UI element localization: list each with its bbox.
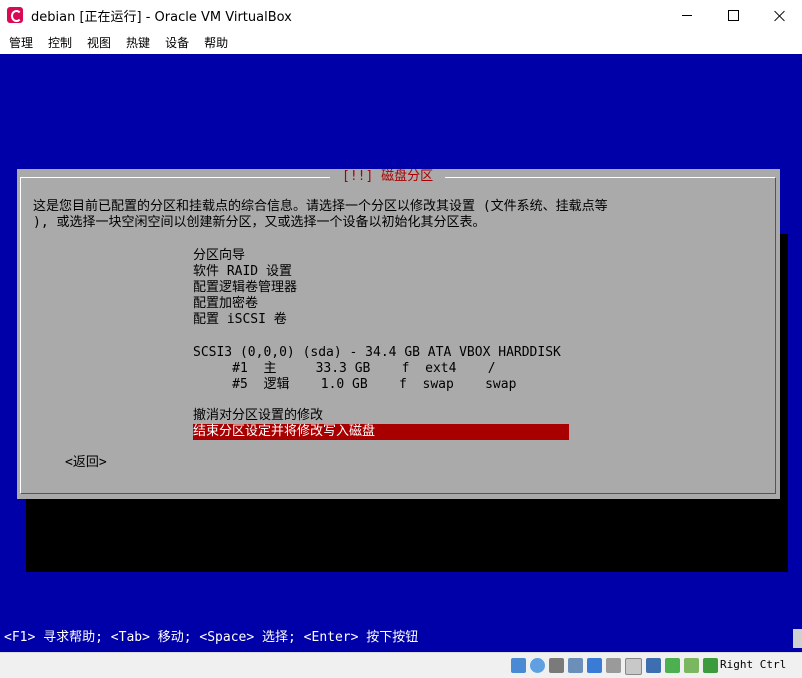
menu-devices[interactable]: 设备 (156, 34, 195, 51)
vm-screen[interactable]: [!!] 磁盘分区 这是您目前已配置的分区和挂载点的综合信息。请选择一个分区以修… (0, 54, 802, 652)
menu-hotkeys[interactable]: 热键 (117, 34, 156, 51)
window-title: debian [正在运行] - Oracle VM VirtualBox (31, 10, 292, 25)
option-software-raid[interactable]: 软件 RAID 设置 (193, 264, 292, 280)
intro-text-line1: 这是您目前已配置的分区和挂载点的综合信息。请选择一个分区以修改其设置 (文件系统… (33, 199, 608, 214)
usb-icon[interactable] (549, 658, 564, 673)
scroll-indicator (793, 629, 802, 648)
hard-disk-icon[interactable] (511, 658, 526, 673)
back-button[interactable]: <返回> (65, 455, 107, 471)
close-button[interactable] (756, 0, 802, 31)
video-capture-icon[interactable] (646, 658, 661, 673)
title-bar: debian [正在运行] - Oracle VM VirtualBox (0, 0, 802, 31)
option-guided-partitioning[interactable]: 分区向导 (193, 248, 245, 264)
partition-1[interactable]: #1 主 33.3 GB f ext4 / (193, 361, 495, 377)
mouse-integration-icon[interactable] (684, 658, 699, 673)
menu-bar: 管理 控制 视图 热键 设备 帮助 (0, 31, 802, 54)
status-bar: Right Ctrl (0, 652, 802, 678)
cpu-icon[interactable] (665, 658, 680, 673)
partition-dialog: [!!] 磁盘分区 这是您目前已配置的分区和挂载点的综合信息。请选择一个分区以修… (17, 169, 780, 499)
maximize-button[interactable] (710, 0, 756, 31)
display-icon[interactable] (587, 658, 602, 673)
network-icon[interactable] (625, 658, 642, 675)
keyboard-help-line: <F1> 寻求帮助; <Tab> 移动; <Space> 选择; <Enter>… (4, 630, 419, 645)
minimize-icon (682, 15, 692, 16)
keyboard-icon[interactable] (703, 658, 718, 673)
menu-view[interactable]: 视图 (78, 34, 117, 51)
host-key-label: Right Ctrl (720, 658, 787, 671)
maximize-icon (727, 10, 739, 21)
menu-help[interactable]: 帮助 (195, 34, 234, 51)
option-finish-partitioning[interactable]: 结束分区设定并将修改写入磁盘 (193, 424, 569, 440)
optical-disk-icon[interactable] (530, 658, 545, 673)
option-undo-changes[interactable]: 撤消对分区设置的修改 (193, 408, 323, 424)
disk-sda[interactable]: SCSI3 (0,0,0) (sda) - 34.4 GB ATA VBOX H… (193, 345, 561, 361)
minimize-button[interactable] (664, 0, 710, 31)
menu-manage[interactable]: 管理 (0, 34, 39, 51)
shared-folder-icon[interactable] (568, 658, 583, 673)
option-lvm[interactable]: 配置逻辑卷管理器 (193, 280, 297, 296)
close-icon (774, 10, 785, 21)
option-iscsi[interactable]: 配置 iSCSI 卷 (193, 312, 287, 328)
menu-control[interactable]: 控制 (39, 34, 78, 51)
dialog-title: [!!] 磁盘分区 (330, 169, 446, 185)
partition-5[interactable]: #5 逻辑 1.0 GB f swap swap (193, 377, 516, 393)
debian-logo-icon (7, 7, 23, 23)
intro-text-line2: ), 或选择一块空闲空间以创建新分区，又或选择一个设备以初始化其分区表。 (33, 215, 486, 230)
option-encrypted-volumes[interactable]: 配置加密卷 (193, 296, 258, 312)
audio-icon[interactable] (606, 658, 621, 673)
